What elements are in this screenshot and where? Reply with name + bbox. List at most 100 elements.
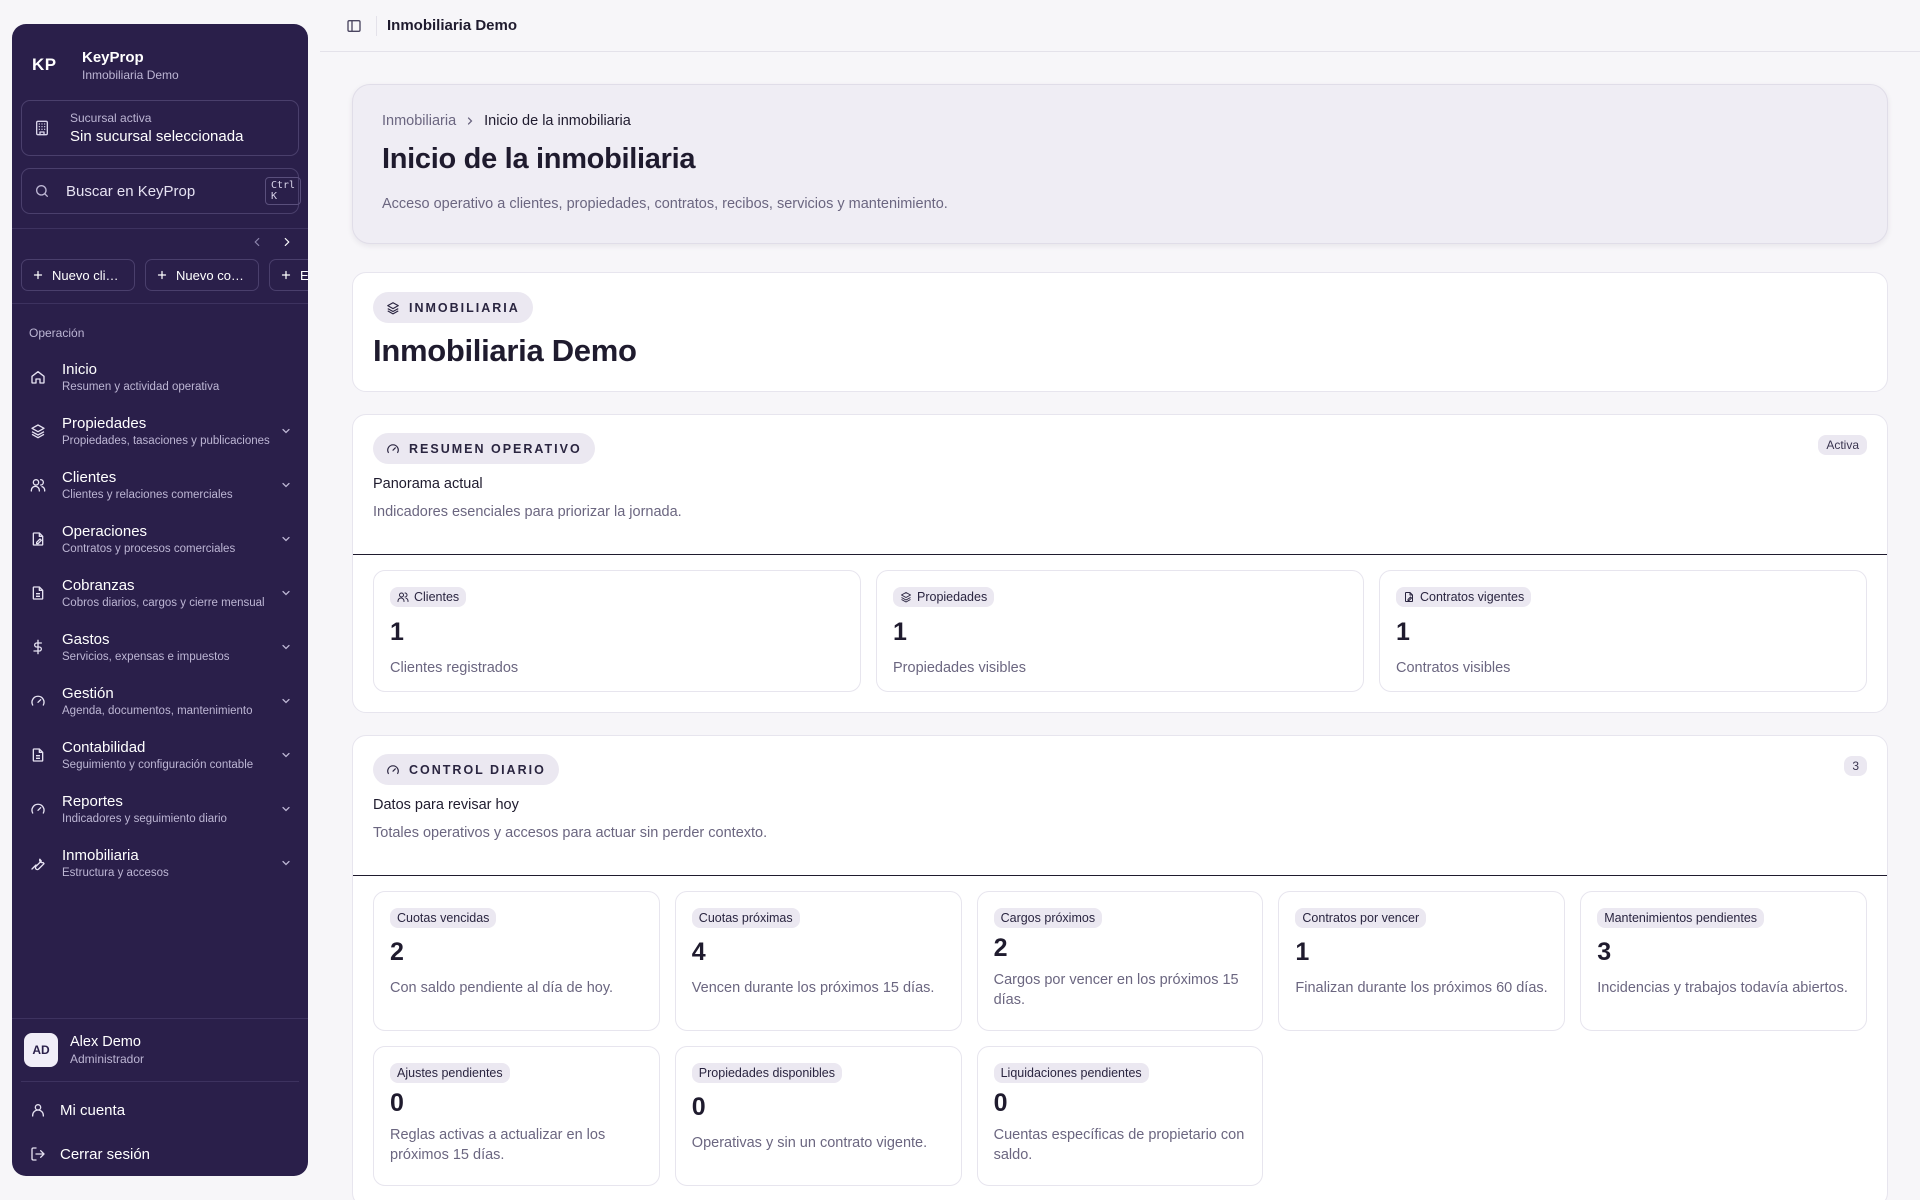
user-role: Administrador (70, 1052, 145, 1066)
stat-label: Mantenimientos pendientes (1597, 908, 1765, 928)
user-icon (30, 1102, 46, 1118)
stat-value: 4 (691, 938, 706, 966)
stat-description: Cuentas específicas de propietario con s… (993, 1127, 1245, 1163)
sidebar-item-subtitle: Resumen y actividad operativa (62, 381, 220, 393)
sidebar-item-cobranzas[interactable]: Cobranzas Cobros diarios, cargos y cierr… (12, 566, 308, 620)
sidebar-item-title: Cobranzas (62, 577, 135, 594)
sidebar-item-gestion[interactable]: Gestión Agenda, documentos, mantenimient… (12, 674, 308, 728)
gauge-icon (30, 801, 46, 817)
stat-card-liquidaciones-pendientes[interactable]: Liquidaciones pendientes 0 Cuentas espec… (976, 1046, 1264, 1186)
stat-card-contratos-por-vencer[interactable]: Contratos por vencer 1 Finalizan durante… (1278, 891, 1566, 1031)
stat-label: Ajustes pendientes (390, 1063, 510, 1083)
gauge-icon (386, 763, 400, 777)
chevron-down-icon (280, 533, 292, 545)
sidebar-item-title: Gastos (62, 631, 110, 648)
chevron-down-icon (280, 803, 292, 815)
chevron-down-icon (280, 587, 292, 599)
my-account-link[interactable]: Mi cuenta (12, 1088, 308, 1132)
stat-card-propiedades[interactable]: Propiedades 1 Propiedades visibles (876, 570, 1364, 692)
chevron-down-icon (280, 479, 292, 491)
gauge-icon (30, 693, 46, 709)
sidebar-item-title: Inicio (62, 361, 98, 378)
stat-card-mantenimientos-pendientes[interactable]: Mantenimientos pendientes 3 Incidencias … (1580, 891, 1867, 1031)
topbar-title: Inmobiliaria Demo (387, 17, 518, 34)
stat-label-text: Propiedades (917, 590, 988, 604)
issue-receipt-button[interactable]: Emitir recibo (269, 259, 308, 291)
sidebar: KP KeyProp Inmobiliaria Demo Sucursal ac… (12, 24, 308, 1176)
divider (376, 15, 377, 36)
layers-icon (386, 301, 400, 315)
stat-card-clientes[interactable]: Clientes 1 Clientes registrados (373, 570, 861, 692)
sidebar-item-subtitle: Agenda, documentos, mantenimiento (62, 705, 253, 717)
stat-card-cargos-proximos[interactable]: Cargos próximos 2 Cargos por vencer en l… (976, 891, 1264, 1031)
file-text-icon (30, 585, 46, 601)
search-input[interactable] (66, 182, 265, 200)
sidebar-item-operaciones[interactable]: Operaciones Contratos y procesos comerci… (12, 512, 308, 566)
company-tag: INMOBILIARIA (373, 292, 533, 323)
users-icon (30, 477, 46, 493)
new-client-button[interactable]: Nuevo cliente (21, 259, 135, 291)
branch-value: Sin sucursal seleccionada (70, 128, 244, 145)
sidebar-item-subtitle: Servicios, expensas e impuestos (62, 651, 230, 663)
section-title: Panorama actual (373, 476, 483, 492)
sidebar-item-subtitle: Clientes y relaciones comerciales (62, 489, 233, 501)
stat-value: 1 (893, 618, 907, 646)
sidebar-item-gastos[interactable]: Gastos Servicios, expensas e impuestos (12, 620, 308, 674)
home-icon (30, 369, 46, 385)
resumen-operativo-card: RESUMEN OPERATIVO Activa Panorama actual… (352, 414, 1888, 713)
chevron-left-icon[interactable] (250, 235, 264, 249)
brand-logo: KP (32, 55, 57, 74)
sidebar-item-title: Inmobiliaria (62, 847, 139, 864)
count-badge: 3 (1844, 756, 1867, 776)
sidebar-item-subtitle: Indicadores y seguimiento diario (62, 813, 227, 825)
top-bar: Inmobiliaria Demo (320, 0, 1920, 52)
branch-selector[interactable]: Sucursal activa Sin sucursal seleccionad… (21, 100, 299, 156)
sidebar-item-reportes[interactable]: Reportes Indicadores y seguimiento diari… (12, 782, 308, 836)
file-edit-icon (30, 531, 46, 547)
search-box[interactable]: Ctrl K (21, 168, 302, 214)
control-diario-card: CONTROL DIARIO 3 Datos para revisar hoy … (352, 735, 1888, 1200)
user-profile[interactable]: AD Alex Demo Administrador (12, 1019, 308, 1081)
stat-description: Propiedades visibles (893, 660, 1026, 676)
dollar-icon (30, 639, 46, 655)
sidebar-item-contabilidad[interactable]: Contabilidad Seguimiento y configuración… (12, 728, 308, 782)
stat-label: Clientes (390, 587, 467, 607)
layers-icon (30, 423, 46, 439)
quick-action-label: Emitir recibo (300, 267, 308, 283)
search-shortcut-badge: Ctrl K (265, 177, 302, 205)
sidebar-toggle-icon[interactable] (346, 18, 362, 34)
logout-link[interactable]: Cerrar sesión (12, 1132, 308, 1176)
stat-description: Con saldo pendiente al día de hoy. (390, 980, 614, 996)
brand-name: KeyProp (82, 48, 144, 66)
stat-card-cuotas-proximas[interactable]: Cuotas próximas 4 Vencen durante los pró… (674, 891, 962, 1031)
sidebar-item-propiedades[interactable]: Propiedades Propiedades, tasaciones y pu… (12, 404, 308, 458)
section-subtitle: Totales operativos y accesos para actuar… (373, 825, 768, 841)
sidebar-item-title: Gestión (62, 685, 114, 702)
sidebar-item-inmobiliaria[interactable]: Inmobiliaria Estructura y accesos (12, 836, 308, 890)
sidebar-item-subtitle: Contratos y procesos comerciales (62, 543, 236, 555)
stat-description: Cargos por vencer en los próximos 15 día… (993, 972, 1239, 1008)
sidebar-item-inicio[interactable]: Inicio Resumen y actividad operativa (12, 350, 308, 404)
new-contract-button[interactable]: Nuevo contrato (145, 259, 259, 291)
chevron-down-icon (280, 749, 292, 761)
chevron-down-icon (280, 857, 292, 869)
stat-card-propiedades-disponibles[interactable]: Propiedades disponibles 0 Operativas y s… (674, 1046, 962, 1186)
stat-card-ajustes-pendientes[interactable]: Ajustes pendientes 0 Reglas activas a ac… (373, 1046, 660, 1186)
stat-value: 1 (390, 618, 404, 646)
quick-action-label: Nuevo cliente (52, 267, 124, 283)
stat-description: Contratos visibles (1396, 660, 1511, 676)
stat-card-cuotas-vencidas[interactable]: Cuotas vencidas 2 Con saldo pendiente al… (373, 891, 660, 1031)
chevron-right-icon[interactable] (280, 235, 294, 249)
branch-label: Sucursal activa (70, 111, 152, 125)
sidebar-item-title: Clientes (62, 469, 117, 486)
stat-description: Operativas y sin un contrato vigente. (691, 1135, 928, 1151)
stat-label: Cuotas próximas (691, 908, 800, 928)
sidebar-item-subtitle: Propiedades, tasaciones y publicaciones (62, 435, 270, 447)
divider (21, 1081, 299, 1082)
breadcrumb-root[interactable]: Inmobiliaria (382, 113, 456, 129)
page-subtitle: Acceso operativo a clientes, propiedades… (382, 196, 948, 212)
sidebar-item-clientes[interactable]: Clientes Clientes y relaciones comercial… (12, 458, 308, 512)
stat-card-contratos[interactable]: Contratos vigentes 1 Contratos visibles (1379, 570, 1867, 692)
nav-section-title: Operación (29, 326, 85, 340)
control-tag: CONTROL DIARIO (373, 754, 559, 785)
